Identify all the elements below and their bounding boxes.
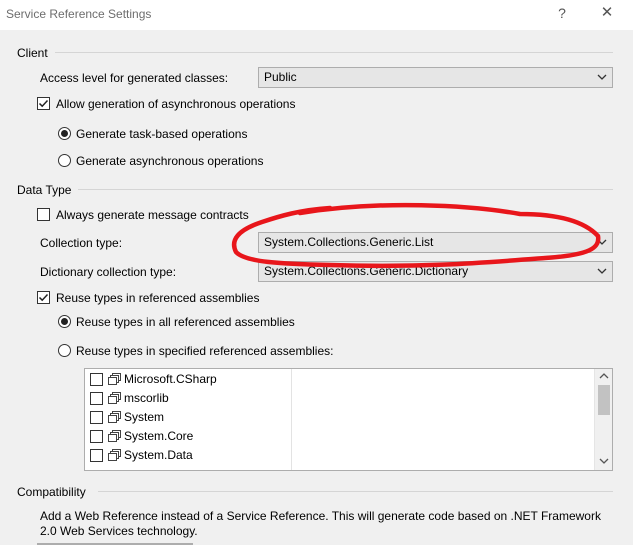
scroll-up-icon[interactable] — [599, 372, 609, 380]
data-type-heading: Data Type — [17, 183, 72, 197]
list-item[interactable]: System.Core — [85, 427, 291, 446]
scroll-thumb[interactable] — [598, 385, 610, 415]
reuse-specified-radio[interactable] — [58, 344, 71, 357]
assembly-label: mscorlib — [124, 391, 169, 405]
allow-async-label: Allow generation of asynchronous operati… — [56, 97, 296, 111]
scroll-down-icon[interactable] — [599, 457, 609, 465]
list-item[interactable]: mscorlib — [85, 389, 291, 408]
assembly-checkbox[interactable] — [90, 449, 103, 462]
assembly-label: System.Data — [124, 448, 193, 462]
radio-dot-icon — [61, 130, 68, 137]
access-level-value: Public — [264, 70, 297, 84]
checkmark-icon — [38, 99, 49, 108]
assemblies-list[interactable]: Microsoft.CSharp mscorlib System System.Cor… — [84, 368, 613, 471]
reuse-all-radio[interactable] — [58, 315, 71, 328]
list-item[interactable]: System.Data — [85, 446, 291, 465]
assembly-reference-icon — [108, 449, 121, 461]
client-heading: Client — [17, 46, 48, 60]
dictionary-type-select[interactable]: System.Collections.Generic.Dictionary — [258, 261, 613, 282]
assembly-reference-icon — [108, 392, 121, 404]
assembly-reference-icon — [108, 373, 121, 385]
close-button[interactable]: ✕ — [593, 3, 621, 25]
assembly-reference-icon — [108, 411, 121, 423]
radio-dot-icon — [61, 318, 68, 325]
chevron-down-icon — [597, 74, 607, 80]
assembly-checkbox[interactable] — [90, 373, 103, 386]
task-based-label: Generate task-based operations — [76, 127, 248, 141]
async-ops-label: Generate asynchronous operations — [76, 154, 264, 168]
reuse-specified-label: Reuse types in specified referenced asse… — [76, 344, 334, 358]
assembly-checkbox[interactable] — [90, 430, 103, 443]
compatibility-divider — [98, 491, 613, 492]
compatibility-description: Add a Web Reference instead of a Service… — [40, 509, 601, 538]
assembly-reference-icon — [108, 430, 121, 442]
collection-type-label: Collection type: — [40, 236, 123, 250]
compatibility-heading: Compatibility — [17, 485, 86, 499]
window-title: Service Reference Settings — [6, 7, 152, 21]
task-based-radio[interactable] — [58, 127, 71, 140]
help-button[interactable]: ? — [548, 3, 576, 25]
chevron-down-icon — [597, 268, 607, 274]
reuse-types-label: Reuse types in referenced assemblies — [56, 291, 260, 305]
data-type-divider — [78, 189, 613, 190]
assembly-checkbox[interactable] — [90, 411, 103, 424]
list-item[interactable]: Microsoft.CSharp — [85, 370, 291, 389]
always-contracts-label: Always generate message contracts — [56, 208, 249, 222]
list-column-divider — [291, 369, 292, 470]
allow-async-checkbox[interactable] — [37, 97, 50, 110]
checkmark-icon — [38, 293, 49, 302]
collection-type-select[interactable]: System.Collections.Generic.List — [258, 232, 613, 253]
access-level-label: Access level for generated classes: — [40, 71, 229, 85]
access-level-select[interactable]: Public — [258, 67, 613, 88]
collection-type-value: System.Collections.Generic.List — [264, 235, 434, 249]
assembly-label: System — [124, 410, 165, 424]
vertical-scrollbar[interactable] — [594, 369, 612, 470]
async-ops-radio[interactable] — [58, 154, 71, 167]
reuse-all-label: Reuse types in all referenced assemblies — [76, 315, 295, 329]
client-divider — [55, 52, 613, 53]
dictionary-type-value: System.Collections.Generic.Dictionary — [264, 264, 469, 278]
assembly-label: Microsoft.CSharp — [124, 372, 217, 386]
always-contracts-checkbox[interactable] — [37, 208, 50, 221]
chevron-down-icon — [597, 239, 607, 245]
list-item[interactable]: System — [85, 408, 291, 427]
assembly-checkbox[interactable] — [90, 392, 103, 405]
reuse-types-checkbox[interactable] — [37, 291, 50, 304]
dictionary-type-label: Dictionary collection type: — [40, 265, 177, 279]
title-bar: Service Reference Settings ? ✕ — [0, 0, 633, 30]
assembly-label: System.Core — [124, 429, 194, 443]
